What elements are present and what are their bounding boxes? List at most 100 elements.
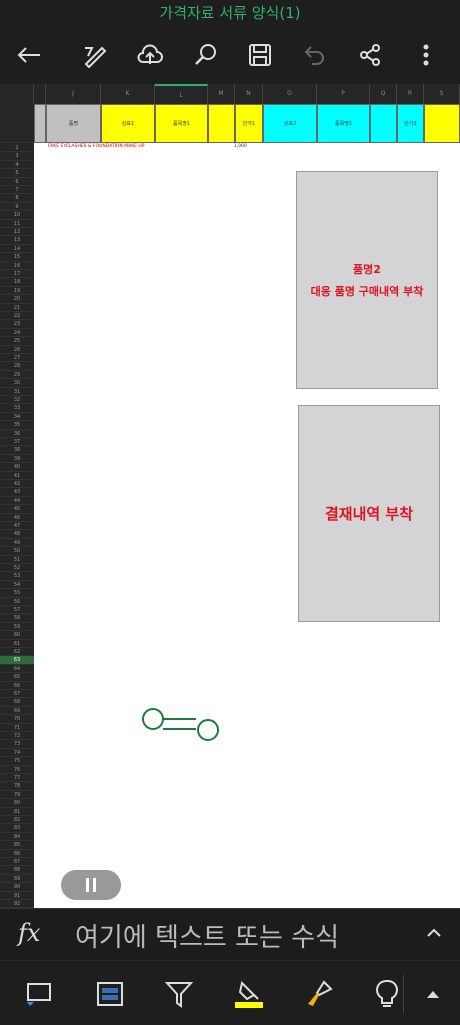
column-header-cell[interactable]: L <box>155 84 208 104</box>
row-number[interactable]: 4 <box>0 161 34 170</box>
header-cell[interactable] <box>34 104 46 143</box>
row-number[interactable]: 34 <box>0 413 34 422</box>
row-number[interactable]: 35 <box>0 421 34 430</box>
header-cell[interactable]: 단가1 <box>235 104 263 143</box>
row-number[interactable]: 56 <box>0 598 34 606</box>
row-number[interactable]: 48 <box>0 530 34 539</box>
undo-icon[interactable] <box>298 38 332 72</box>
row-number[interactable]: 91 <box>0 892 34 900</box>
idea-bulb-icon[interactable] <box>370 977 404 1011</box>
row-number[interactable]: 66 <box>0 682 34 690</box>
header-cell[interactable] <box>424 104 460 143</box>
row-number[interactable]: 6 <box>0 178 34 186</box>
row-number[interactable]: 61 <box>0 640 34 648</box>
row-number[interactable]: 60 <box>0 631 34 640</box>
row-number[interactable]: 58 <box>0 614 34 623</box>
row-number[interactable]: 40 <box>0 463 34 472</box>
header-cell[interactable]: 상표2 <box>263 104 317 143</box>
column-header-cell[interactable]: Q <box>370 84 397 104</box>
expand-toolbar-icon[interactable] <box>416 977 450 1011</box>
column-header-cell[interactable] <box>34 84 46 104</box>
header-cell[interactable]: 품명 <box>46 104 101 143</box>
row-number[interactable]: 55 <box>0 589 34 598</box>
column-header-cell[interactable]: M <box>208 84 235 104</box>
row-number[interactable]: 72 <box>0 732 34 741</box>
row-number[interactable]: 2 <box>0 144 34 153</box>
column-header-cell[interactable]: O <box>263 84 317 104</box>
row-number[interactable]: 64 <box>0 665 34 674</box>
row-number[interactable]: 81 <box>0 808 34 816</box>
pause-button[interactable] <box>61 870 121 900</box>
header-cell[interactable]: 품목명1 <box>155 104 208 143</box>
row-number[interactable]: 26 <box>0 346 34 354</box>
row-number[interactable]: 13 <box>0 236 34 245</box>
row-number[interactable]: 92 <box>0 900 34 908</box>
data-row[interactable]: FAKE EYELASHES & FOUNDATION MAKE UP 1,00… <box>34 144 294 152</box>
row-number[interactable]: 11 <box>0 220 34 228</box>
row-number[interactable]: 15 <box>0 253 34 262</box>
column-header-cell[interactable]: R <box>397 84 424 104</box>
select-all-corner[interactable] <box>0 84 34 104</box>
row-number[interactable]: 8 <box>0 194 34 203</box>
row-number[interactable]: 33 <box>0 404 34 413</box>
row-number[interactable]: 71 <box>0 724 34 732</box>
row-number[interactable]: 52 <box>0 564 34 573</box>
row-number[interactable]: 38 <box>0 446 34 455</box>
row-number[interactable]: 59 <box>0 623 34 632</box>
selection-handle-end[interactable] <box>197 719 219 741</box>
row-number[interactable]: 30 <box>0 379 34 388</box>
more-icon[interactable] <box>409 38 443 72</box>
save-icon[interactable] <box>243 38 277 72</box>
row-number[interactable]: 90 <box>0 883 34 892</box>
row-number[interactable]: 44 <box>0 497 34 506</box>
row-number[interactable]: 85 <box>0 841 34 850</box>
row-number[interactable]: 86 <box>0 850 34 858</box>
cloud-upload-icon[interactable] <box>133 38 167 72</box>
row-number[interactable]: 25 <box>0 337 34 346</box>
row-number[interactable]: 32 <box>0 396 34 405</box>
row-number[interactable]: 57 <box>0 606 34 615</box>
row-number[interactable]: 49 <box>0 539 34 548</box>
row-number[interactable]: 28 <box>0 362 34 371</box>
row-number[interactable]: 89 <box>0 875 34 884</box>
row-number[interactable]: 12 <box>0 228 34 237</box>
row-number[interactable]: 79 <box>0 791 34 800</box>
row-number[interactable]: 43 <box>0 488 34 497</box>
row-number[interactable]: 29 <box>0 371 34 380</box>
column-header-cell[interactable]: P <box>317 84 370 104</box>
row-number[interactable]: 14 <box>0 245 34 254</box>
column-header-cell[interactable]: N <box>235 84 263 104</box>
fill-color-icon[interactable] <box>232 977 266 1011</box>
row-number[interactable]: 39 <box>0 455 34 464</box>
row-number[interactable]: 69 <box>0 707 34 716</box>
header-cell[interactable]: 품목명2 <box>317 104 370 143</box>
header-cell[interactable] <box>370 104 397 143</box>
row-number[interactable]: 37 <box>0 438 34 447</box>
row-number[interactable]: 31 <box>0 388 34 396</box>
row-number[interactable]: 67 <box>0 690 34 699</box>
row-number[interactable]: 47 <box>0 522 34 531</box>
row-number[interactable]: 62 <box>0 648 34 657</box>
spreadsheet[interactable]: J K L M N O P Q R S 2 3 4 5 6 7 8 9 10 11 12 13 14 15… <box>0 84 460 908</box>
attach-box-item2[interactable]: 품명2 대응 품명 구매내역 부착 <box>296 171 438 389</box>
row-number[interactable]: 70 <box>0 715 34 724</box>
row-number[interactable]: 41 <box>0 472 34 480</box>
shape-icon[interactable] <box>22 977 56 1011</box>
row-number[interactable]: 83 <box>0 824 34 833</box>
selection-handle-start[interactable] <box>142 708 164 730</box>
row-number[interactable]: 16 <box>0 262 34 270</box>
row-number[interactable]: 53 <box>0 572 34 581</box>
column-header-cell[interactable]: K <box>101 84 155 104</box>
header-cell[interactable]: 단가2 <box>397 104 424 143</box>
row-number[interactable]: 73 <box>0 740 34 749</box>
column-header-cell[interactable]: J <box>46 84 101 104</box>
column-header-cell[interactable]: S <box>424 84 460 104</box>
table-format-icon[interactable] <box>93 977 127 1011</box>
row-number[interactable]: 7 <box>0 186 34 195</box>
row-number[interactable]: 77 <box>0 774 34 783</box>
row-number[interactable]: 76 <box>0 766 34 774</box>
back-icon[interactable] <box>12 38 46 72</box>
row-number[interactable]: 88 <box>0 866 34 875</box>
row-number[interactable]: 74 <box>0 749 34 758</box>
row-number[interactable]: 9 <box>0 203 34 212</box>
